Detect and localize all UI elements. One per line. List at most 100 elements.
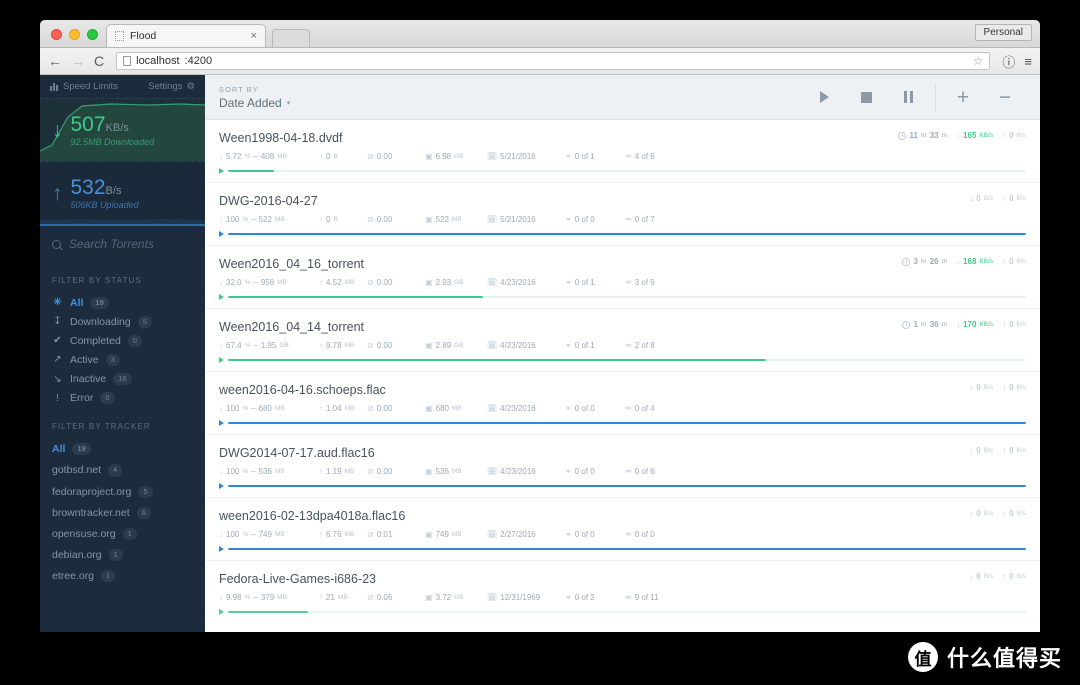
percent-value: 100 xyxy=(226,215,240,224)
uploaded-unit: MB xyxy=(344,531,355,538)
status-filter-item-active[interactable]: ↗ Active 3 xyxy=(52,350,193,369)
add-torrent-button[interactable]: + xyxy=(942,75,984,120)
close-window-button[interactable] xyxy=(51,29,62,40)
progress-fill xyxy=(228,421,1026,425)
pause-torrent-button[interactable] xyxy=(887,75,929,120)
address-bar[interactable]: localhost:4200 ☆ xyxy=(116,52,991,70)
bookmark-star-icon[interactable]: ☆ xyxy=(973,54,984,68)
ratio-value: 0.01 xyxy=(376,530,393,539)
torrent-row[interactable]: ween2016-04-16.schoeps.flac ↓ 100% –680 MB ↑ 1… xyxy=(205,372,1040,435)
meta-seeds: ⚮ 0 of 7 xyxy=(625,215,685,224)
download-arrow-icon: ↓ xyxy=(219,152,223,161)
download-total-value: 92.5 xyxy=(70,136,89,147)
tracker-filter-item-fedoraproject-org[interactable]: fedoraproject.org 5 xyxy=(52,481,193,502)
upload-arrow-icon: ↑ xyxy=(1002,383,1007,392)
downloaded-value: 408 xyxy=(260,152,275,161)
status-filter-item-downloading[interactable]: ↧ Downloading 5 xyxy=(52,312,193,331)
status-filter-label-text: Error xyxy=(70,392,94,405)
clock-icon xyxy=(902,257,911,266)
date-value: 5/21/2016 xyxy=(500,152,536,161)
close-icon[interactable]: × xyxy=(251,30,257,42)
pause-icon xyxy=(903,91,913,103)
address-port: :4200 xyxy=(184,55,213,67)
downloaded-value: 536 xyxy=(258,467,272,476)
plus-icon: + xyxy=(956,85,970,109)
eta-hours-unit: hr xyxy=(920,132,927,139)
download-arrow-icon: ↓ xyxy=(219,215,223,224)
tracker-filter-item-gotbsd-net[interactable]: gotbsd.net 4 xyxy=(52,460,193,481)
torrent-stats: 11 hr 33 m ↓ 165 KB/s ↑ 0 B/s xyxy=(898,131,1026,140)
torrent-row[interactable]: ween2016-02-13dpa4018a.flac16 ↓ 100% –749 MB… xyxy=(205,498,1040,561)
peers-icon: ⚭ xyxy=(565,152,572,161)
sort-by-control[interactable]: SORT BY Date Added ▾ xyxy=(219,85,290,110)
torrent-row[interactable]: DWG-2016-04-27 ↓ 100% –522 MB ↑ 0 B ⊘ 0.00 ▣ 522 MB 🗓… xyxy=(205,183,1040,246)
meta-peers: ⚭ 0 of 2 xyxy=(565,593,625,602)
maximize-window-button[interactable] xyxy=(87,29,98,40)
size-value: 536 xyxy=(435,467,449,476)
toolbar-divider xyxy=(935,83,936,111)
ratio-icon: ⊘ xyxy=(367,152,374,161)
start-torrent-button[interactable] xyxy=(803,75,845,120)
tracker-filter-item-opensuse-org[interactable]: opensuse.org 1 xyxy=(52,523,193,544)
back-icon[interactable]: ← xyxy=(48,54,62,68)
remove-torrent-button[interactable]: − xyxy=(984,75,1026,120)
meta-downloaded: ↓ 100% –522 MB xyxy=(219,215,319,224)
status-filter-item-all[interactable]: ✳ All 19 xyxy=(52,293,193,312)
download-arrow-icon: ↓ xyxy=(956,131,961,140)
torrent-list[interactable]: Ween1998-04-18.dvdf ↓ 5.72% –408 MB ↑ 0 B ⊘ 0.00 ▣… xyxy=(205,120,1040,632)
tracker-filter-item-browntracker-net[interactable]: browntracker.net 6 xyxy=(52,502,193,523)
info-circle-icon[interactable]: ⓘ xyxy=(1002,52,1015,71)
torrent-progress xyxy=(219,294,1026,308)
meta-date: 🗓 4/23/2016 xyxy=(487,341,565,350)
browser-tab[interactable]: Flood × xyxy=(106,24,266,47)
torrent-row[interactable]: DWG2014-07-17.aud.flac16 ↓ 100% –536 MB ↑ 1.19… xyxy=(205,435,1040,498)
tracker-filter-item-etree-org[interactable]: etree.org 1 xyxy=(52,566,193,587)
upload-arrow-icon: ↑ xyxy=(319,152,323,161)
speed-limits-button[interactable]: Speed Limits xyxy=(50,81,118,92)
new-tab-button[interactable] xyxy=(272,29,310,47)
window-controls[interactable] xyxy=(51,29,98,40)
profile-button[interactable]: Personal xyxy=(974,24,1032,41)
ul-speed-unit: B/s xyxy=(1016,447,1026,454)
status-count-badge: 19 xyxy=(90,296,109,309)
torrent-row[interactable]: Fedora-Live-Games-i686-23 ↓ 9.98% –379 MB ↑ 21… xyxy=(205,561,1040,624)
download-arrow-icon: ↓ xyxy=(969,194,974,203)
dl-speed-value: 0 xyxy=(976,383,981,392)
status-filter-item-error[interactable]: ! Error 0 xyxy=(52,389,193,408)
tracker-filter-item-debian-org[interactable]: debian.org 1 xyxy=(52,544,193,565)
minimize-window-button[interactable] xyxy=(69,29,80,40)
settings-button[interactable]: Settings ⚙ xyxy=(148,81,195,92)
hamburger-menu-icon[interactable]: ≡ xyxy=(1024,54,1032,69)
torrent-row[interactable]: Fedora-Live-KDE-i686-23↓100%–1.2GB↑11.7M… xyxy=(205,624,1040,632)
calendar-icon: 🗓 xyxy=(487,530,498,539)
page-icon xyxy=(115,31,124,41)
ul-speed-value: 0 xyxy=(1009,257,1014,266)
meta-date: 🗓 5/21/2016 xyxy=(487,215,565,224)
torrent-row[interactable]: Ween2016_04_14_torrent ↓ 67.4% –1.95 GB ↑ 9.78… xyxy=(205,309,1040,372)
stop-torrent-button[interactable] xyxy=(845,75,887,120)
reload-icon[interactable]: C xyxy=(94,54,104,68)
meta-size: ▣ 680 MB xyxy=(425,404,487,413)
disk-icon: ▣ xyxy=(425,593,433,602)
search-torrents-field[interactable]: Search Torrents xyxy=(40,224,205,262)
torrent-row[interactable]: Ween1998-04-18.dvdf ↓ 5.72% –408 MB ↑ 0 B ⊘ 0.00 ▣… xyxy=(205,120,1040,183)
ratio-value: 0.00 xyxy=(376,278,393,287)
status-filter-item-completed[interactable]: ✔ Completed 0 xyxy=(52,331,193,350)
uploaded-unit: B xyxy=(333,216,338,223)
download-arrow-icon: ↓ xyxy=(219,404,223,413)
seeds-value: 2 of 8 xyxy=(634,341,655,350)
sort-by-value-row[interactable]: Date Added ▾ xyxy=(219,96,290,110)
dash: – xyxy=(251,404,256,413)
tracker-filter-item-all[interactable]: All 19 xyxy=(52,439,193,460)
percent-value: 100 xyxy=(226,404,240,413)
status-filter-item-inactive[interactable]: ↘ Inactive 16 xyxy=(52,370,193,389)
forward-icon[interactable]: → xyxy=(71,54,85,68)
downloaded-unit: MB xyxy=(277,279,287,286)
dl-speed-value: 0 xyxy=(976,446,981,455)
torrent-row[interactable]: Ween2016_04_16_torrent ↓ 32.0% –958 MB ↑ 4.52 M… xyxy=(205,246,1040,309)
torrent-upload-speed: ↑ 0 B/s xyxy=(1002,320,1026,329)
meta-downloaded: ↓ 100% –680 MB xyxy=(219,404,319,413)
tracker-count-badge: 1 xyxy=(122,527,137,540)
meta-size: ▣ 6.98 GB xyxy=(425,152,487,161)
disk-icon: ▣ xyxy=(425,404,433,413)
